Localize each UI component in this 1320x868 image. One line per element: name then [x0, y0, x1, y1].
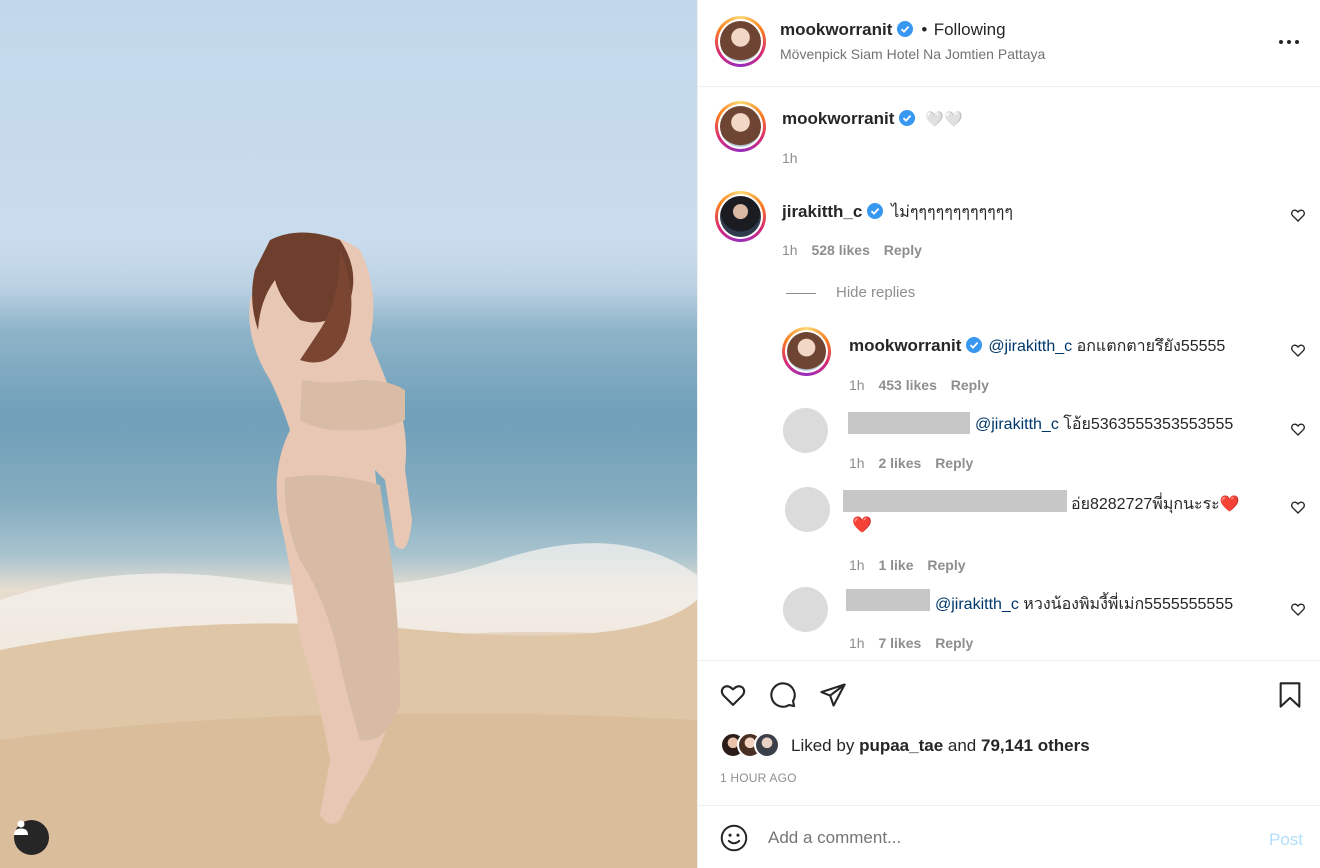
dot-separator: • — [921, 20, 928, 39]
comment-text: ไม่ๆๆๆๆๆๆๆๆๆๆๆๆ — [891, 204, 1013, 221]
post-timestamp[interactable]: 1 HOUR AGO — [720, 771, 797, 785]
verified-badge-icon — [896, 21, 913, 37]
caption-text: 🤍🤍 — [925, 111, 963, 128]
reply-like-heart-icon[interactable] — [1290, 601, 1306, 617]
author-avatar[interactable] — [715, 16, 766, 67]
reply-time: 1h — [849, 635, 865, 651]
reply-mention[interactable]: @jirakitth_c — [935, 596, 1019, 613]
reply-button[interactable]: Reply — [935, 455, 973, 471]
hide-replies-line — [786, 293, 816, 294]
verified-badge-icon — [866, 203, 883, 219]
reply-avatar[interactable] — [782, 327, 831, 376]
liked-by-others[interactable]: 79,141 others — [981, 736, 1090, 755]
emoji-icon[interactable] — [720, 824, 748, 852]
caption-avatar[interactable] — [715, 101, 766, 152]
liked-by-prefix: Liked by — [791, 736, 855, 755]
post-side-panel: mookworranit • Following Mövenpick Siam … — [697, 0, 1320, 868]
comment-username[interactable]: jirakitth_c — [782, 202, 862, 221]
comment-likes[interactable]: 528 likes — [811, 242, 869, 258]
reply-like-heart-icon[interactable] — [1290, 342, 1306, 358]
reply-like-heart-icon[interactable] — [1290, 421, 1306, 437]
comment-time: 1h — [782, 242, 798, 258]
post-actions: Liked by pupaa_tae and 79,141 others 1 H… — [698, 660, 1320, 805]
share-icon[interactable] — [818, 681, 848, 709]
comment-icon[interactable] — [768, 681, 798, 709]
user-profile-button[interactable] — [14, 820, 49, 855]
post-location[interactable]: Mövenpick Siam Hotel Na Jomtien Pattaya — [780, 46, 1045, 62]
reply-mention[interactable]: @jirakitth_c — [988, 338, 1072, 355]
user-icon — [14, 820, 28, 835]
liked-by-user[interactable]: pupaa_tae — [859, 736, 943, 755]
redacted-username — [843, 490, 1067, 512]
beach-scene — [0, 232, 697, 868]
reply-likes[interactable]: 453 likes — [878, 377, 936, 393]
comment-input[interactable] — [768, 824, 1238, 852]
post-comment-button[interactable]: Post — [1269, 830, 1303, 850]
hide-replies-button[interactable]: Hide replies — [836, 284, 915, 301]
reply-likes[interactable]: 1 like — [878, 557, 913, 573]
more-horizontal-icon[interactable] — [1278, 38, 1300, 46]
reply-time: 1h — [849, 557, 865, 573]
reply-like-heart-icon[interactable] — [1290, 499, 1306, 515]
like-heart-icon[interactable] — [718, 681, 748, 709]
liked-by-and: and — [947, 736, 977, 755]
reply-avatar[interactable] — [785, 487, 830, 532]
redacted-username — [846, 589, 930, 611]
save-bookmark-icon[interactable] — [1276, 681, 1304, 709]
reply-button[interactable]: Reply — [951, 377, 989, 393]
liked-by-avatars[interactable] — [720, 732, 782, 758]
redacted-username — [848, 412, 970, 434]
verified-badge-icon — [965, 337, 982, 353]
post-photo[interactable] — [0, 0, 697, 868]
verified-badge-icon — [898, 110, 915, 126]
reply-text-continued: ❤️ — [852, 517, 872, 534]
reply-button[interactable]: Reply — [927, 557, 965, 573]
reply-username[interactable]: mookworranit — [849, 336, 961, 355]
reply-likes[interactable]: 2 likes — [878, 455, 921, 471]
follow-status-button[interactable]: Following — [934, 20, 1006, 39]
commenter-avatar[interactable] — [715, 191, 766, 242]
author-username[interactable]: mookworranit — [780, 20, 892, 39]
post-header: mookworranit • Following Mövenpick Siam … — [698, 0, 1320, 87]
reply-text: โอ้ย5363555353553555 — [1063, 416, 1234, 433]
comment-like-heart-icon[interactable] — [1290, 207, 1306, 223]
reply-button[interactable]: Reply — [935, 635, 973, 651]
reply-button[interactable]: Reply — [884, 242, 922, 258]
caption-time: 1h — [782, 150, 798, 166]
reply-avatar[interactable] — [783, 587, 828, 632]
reply-text: อกแตกตายรึยัง55555 — [1076, 338, 1226, 355]
reply-time: 1h — [849, 455, 865, 471]
add-comment-bar: Post — [698, 805, 1320, 868]
reply-likes[interactable]: 7 likes — [878, 635, 921, 651]
caption-username[interactable]: mookworranit — [782, 109, 894, 128]
reply-mention[interactable]: @jirakitth_c — [975, 416, 1059, 433]
reply-avatar[interactable] — [783, 408, 828, 453]
reply-text: อ่ย8282727พี่มุกนะระ❤️ — [1071, 496, 1240, 513]
reply-text: หวงน้องพิมงี้พี่เม่ก5555555555 — [1023, 596, 1234, 613]
reply-time: 1h — [849, 377, 865, 393]
